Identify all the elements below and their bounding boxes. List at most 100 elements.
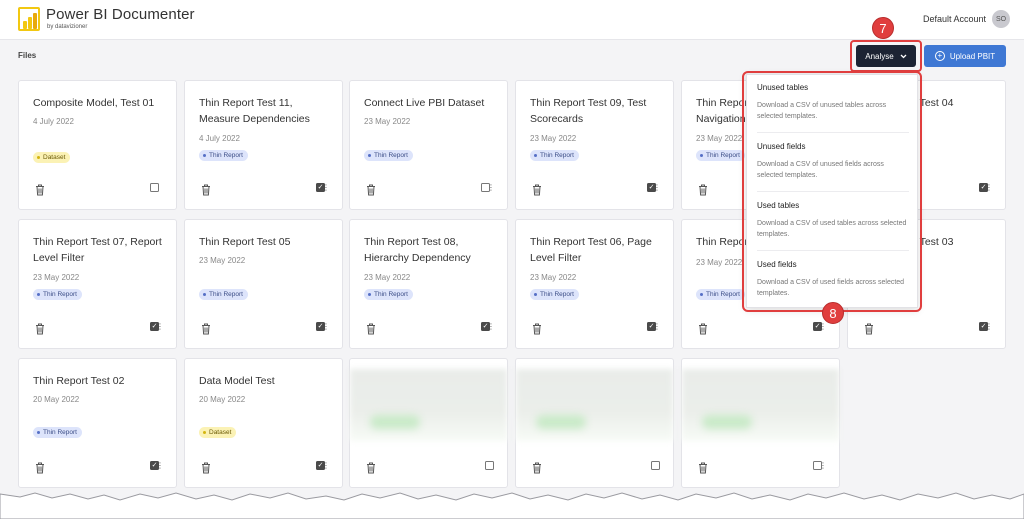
more-options-icon[interactable]: ⋮ bbox=[322, 183, 330, 192]
trash-icon[interactable] bbox=[698, 323, 708, 335]
analyse-highlight-box bbox=[850, 40, 922, 72]
more-options-icon[interactable]: ⋮ bbox=[322, 322, 330, 331]
thin-report-badge: Thin Report bbox=[530, 289, 579, 300]
file-card[interactable]: Thin Report Test 09, Test Scorecards 23 … bbox=[515, 80, 674, 210]
torn-edge-decoration bbox=[0, 492, 1024, 519]
select-checkbox[interactable] bbox=[485, 461, 494, 470]
trash-icon[interactable] bbox=[366, 323, 376, 335]
trash-icon[interactable] bbox=[864, 323, 874, 335]
avatar[interactable]: SO bbox=[992, 10, 1010, 28]
thin-report-badge: Thin Report bbox=[199, 289, 248, 300]
upload-label: Upload PBIT bbox=[949, 51, 996, 61]
card-date: 23 May 2022 bbox=[530, 273, 577, 282]
file-card-blurred[interactable] bbox=[515, 358, 674, 488]
file-card[interactable]: Thin Report Test 11, Measure Dependencie… bbox=[184, 80, 343, 210]
file-card-blurred[interactable]: ⋮ bbox=[681, 358, 840, 488]
more-options-icon[interactable]: ⋮ bbox=[819, 322, 827, 331]
trash-icon[interactable] bbox=[698, 184, 708, 196]
trash-icon[interactable] bbox=[532, 462, 542, 474]
thin-report-badge: Thin Report bbox=[530, 150, 579, 161]
card-date: 20 May 2022 bbox=[199, 395, 246, 404]
card-title[interactable]: Thin Report Test 11, Measure Dependencie… bbox=[199, 95, 332, 127]
account-menu[interactable]: Default Account SO bbox=[923, 10, 1010, 28]
thin-report-badge: Thin Report bbox=[364, 150, 413, 161]
file-card[interactable]: Thin Report Test 02 20 May 2022 Thin Rep… bbox=[18, 358, 177, 488]
dropdown-highlight-box bbox=[742, 71, 922, 312]
trash-icon[interactable] bbox=[366, 184, 376, 196]
thin-report-badge: Thin Report bbox=[696, 150, 745, 161]
trash-icon[interactable] bbox=[201, 323, 211, 335]
card-date: 4 July 2022 bbox=[199, 134, 240, 143]
card-date: 4 July 2022 bbox=[33, 117, 74, 126]
card-date: 23 May 2022 bbox=[33, 273, 80, 282]
card-date: 23 May 2022 bbox=[530, 134, 577, 143]
trash-icon[interactable] bbox=[532, 323, 542, 335]
card-title[interactable]: Data Model Test bbox=[199, 373, 332, 389]
file-card[interactable]: Connect Live PBI Dataset 23 May 2022 Thi… bbox=[349, 80, 508, 210]
trash-icon[interactable] bbox=[698, 462, 708, 474]
file-card[interactable]: Data Model Test 20 May 2022 Dataset ✓ ⋮ bbox=[184, 358, 343, 488]
trash-icon[interactable] bbox=[532, 184, 542, 196]
card-title[interactable]: Composite Model, Test 01 bbox=[33, 95, 166, 111]
more-options-icon[interactable]: ⋮ bbox=[985, 322, 993, 331]
thin-report-badge: Thin Report bbox=[33, 289, 82, 300]
blurred-badge bbox=[370, 415, 420, 429]
card-date: 20 May 2022 bbox=[33, 395, 80, 404]
power-bi-logo-icon bbox=[18, 7, 40, 31]
trash-icon[interactable] bbox=[366, 462, 376, 474]
plus-circle-icon: + bbox=[934, 51, 945, 61]
trash-icon[interactable] bbox=[35, 184, 45, 196]
card-title[interactable]: Thin Report Test 08, Hierarchy Dependenc… bbox=[364, 234, 497, 266]
top-bar: Power BI Documenter by datavizioner Defa… bbox=[0, 0, 1024, 40]
dataset-badge: Dataset bbox=[199, 427, 237, 438]
trash-icon[interactable] bbox=[201, 462, 211, 474]
card-date: 23 May 2022 bbox=[696, 258, 743, 267]
dataset-badge: Dataset bbox=[33, 152, 71, 163]
blurred-badge bbox=[702, 415, 752, 429]
files-label: Files bbox=[18, 51, 37, 60]
card-title[interactable]: Connect Live PBI Dataset bbox=[364, 95, 497, 111]
blurred-content bbox=[350, 369, 507, 441]
trash-icon[interactable] bbox=[35, 323, 45, 335]
card-title[interactable]: Thin Report Test 02 bbox=[33, 373, 166, 389]
more-options-icon[interactable]: ⋮ bbox=[819, 461, 827, 470]
more-options-icon[interactable]: ⋮ bbox=[322, 461, 330, 470]
more-options-icon[interactable]: ⋮ bbox=[156, 322, 164, 331]
file-card[interactable]: Thin Report Test 08, Hierarchy Dependenc… bbox=[349, 219, 508, 349]
file-card[interactable]: Composite Model, Test 01 4 July 2022 Dat… bbox=[18, 80, 177, 210]
blurred-badge bbox=[536, 415, 586, 429]
more-options-icon[interactable]: ⋮ bbox=[156, 461, 164, 470]
blurred-content bbox=[516, 369, 673, 441]
thin-report-badge: Thin Report bbox=[33, 427, 82, 438]
file-card[interactable]: Thin Report Test 05 23 May 2022 Thin Rep… bbox=[184, 219, 343, 349]
thin-report-badge: Thin Report bbox=[696, 289, 745, 300]
file-card[interactable]: Thin Report Test 06, Page Level Filter 2… bbox=[515, 219, 674, 349]
select-checkbox[interactable] bbox=[150, 183, 159, 192]
thin-report-badge: Thin Report bbox=[199, 150, 248, 161]
upload-pbit-button[interactable]: + Upload PBIT bbox=[924, 45, 1006, 67]
card-title[interactable]: Thin Report Test 07, Report Level Filter bbox=[33, 234, 166, 266]
app-logo[interactable]: Power BI Documenter by datavizioner bbox=[18, 7, 195, 31]
file-card[interactable]: Thin Report Test 07, Report Level Filter… bbox=[18, 219, 177, 349]
card-date: 23 May 2022 bbox=[364, 273, 411, 282]
trash-icon[interactable] bbox=[35, 462, 45, 474]
app-title: Power BI Documenter bbox=[46, 6, 195, 23]
more-options-icon[interactable]: ⋮ bbox=[487, 183, 495, 192]
more-options-icon[interactable]: ⋮ bbox=[985, 183, 993, 192]
card-title[interactable]: Thin Report Test 09, Test Scorecards bbox=[530, 95, 663, 127]
card-date: 23 May 2022 bbox=[696, 134, 743, 143]
app-subtitle: by datavizioner bbox=[47, 24, 88, 30]
thin-report-badge: Thin Report bbox=[364, 289, 413, 300]
file-card-blurred[interactable] bbox=[349, 358, 508, 488]
blurred-content bbox=[682, 369, 839, 441]
select-checkbox[interactable] bbox=[651, 461, 660, 470]
more-options-icon[interactable]: ⋮ bbox=[653, 322, 661, 331]
card-title[interactable]: Thin Report Test 06, Page Level Filter bbox=[530, 234, 663, 266]
card-date: 23 May 2022 bbox=[199, 256, 246, 265]
trash-icon[interactable] bbox=[201, 184, 211, 196]
card-date: 23 May 2022 bbox=[364, 117, 411, 126]
card-title[interactable]: Thin Report Test 05 bbox=[199, 234, 332, 250]
more-options-icon[interactable]: ⋮ bbox=[487, 322, 495, 331]
callout-8: 8 bbox=[822, 302, 844, 324]
more-options-icon[interactable]: ⋮ bbox=[653, 183, 661, 192]
